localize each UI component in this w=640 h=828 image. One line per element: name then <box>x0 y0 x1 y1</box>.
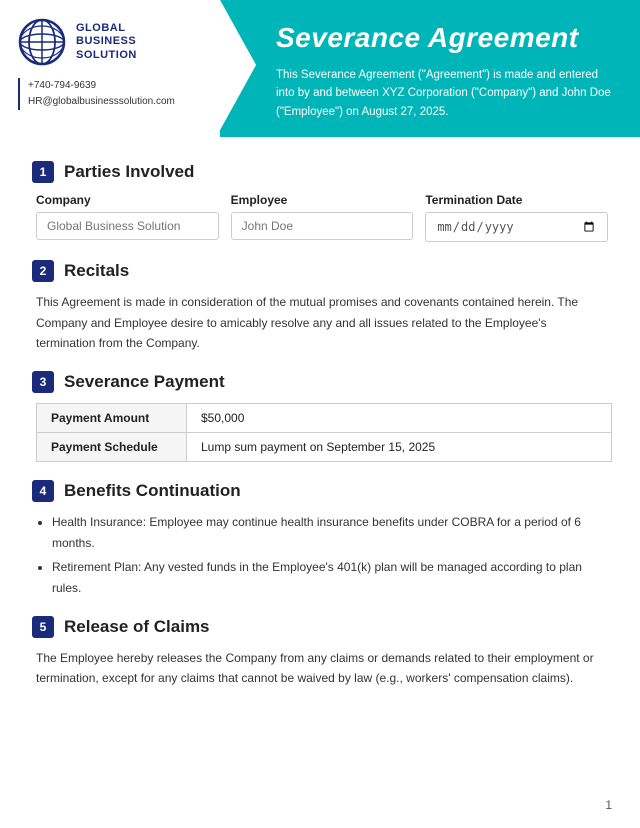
company-col: Company <box>36 193 219 242</box>
section1-number: 1 <box>32 161 54 183</box>
section4-header: 4 Benefits Continuation <box>32 480 608 502</box>
payment-row-schedule: Payment Schedule Lump sum payment on Sep… <box>37 433 612 462</box>
payment-row-amount: Payment Amount $50,000 <box>37 404 612 433</box>
globe-icon <box>18 18 66 66</box>
section5-header: 5 Release of Claims <box>32 616 608 638</box>
company-input[interactable] <box>36 212 219 240</box>
section2-number: 2 <box>32 260 54 282</box>
header: GLOBAL BUSINESS SOLUTION +740-794-9639 H… <box>0 0 640 137</box>
section5-number: 5 <box>32 616 54 638</box>
benefit-item-2: Retirement Plan: Any vested funds in the… <box>52 557 608 598</box>
header-divider <box>220 0 256 137</box>
section-release: 5 Release of Claims The Employee hereby … <box>32 616 608 689</box>
section-recitals: 2 Recitals This Agreement is made in con… <box>32 260 608 353</box>
recitals-text: This Agreement is made in consideration … <box>36 292 608 353</box>
phone-text: +740-794-9639 <box>28 78 204 94</box>
content: 1 Parties Involved Company Employee Term… <box>0 137 640 727</box>
termination-date-input[interactable] <box>425 212 608 242</box>
page-wrapper: GLOBAL BUSINESS SOLUTION +740-794-9639 H… <box>0 0 640 828</box>
contact-info: +740-794-9639 HR@globalbusinesssolution.… <box>18 78 204 110</box>
section1-title: Parties Involved <box>64 162 194 182</box>
section1-header: 1 Parties Involved <box>32 161 608 183</box>
payment-schedule-value: Lump sum payment on September 15, 2025 <box>187 433 612 462</box>
parties-grid: Company Employee Termination Date <box>36 193 608 242</box>
section4-number: 4 <box>32 480 54 502</box>
company-label: Company <box>36 193 219 207</box>
payment-amount-value: $50,000 <box>187 404 612 433</box>
payment-schedule-label: Payment Schedule <box>37 433 187 462</box>
header-right: Severance Agreement This Severance Agree… <box>256 0 640 137</box>
employee-label: Employee <box>231 193 414 207</box>
section3-title: Severance Payment <box>64 372 225 392</box>
payment-table: Payment Amount $50,000 Payment Schedule … <box>36 403 612 462</box>
logo-text: GLOBAL BUSINESS SOLUTION <box>76 22 137 62</box>
section2-header: 2 Recitals <box>32 260 608 282</box>
footer-page-number: 1 <box>605 798 612 812</box>
termination-label: Termination Date <box>425 193 608 207</box>
section-payment: 3 Severance Payment Payment Amount $50,0… <box>32 371 608 462</box>
section3-number: 3 <box>32 371 54 393</box>
benefits-list: Health Insurance: Employee may continue … <box>52 512 608 598</box>
section4-title: Benefits Continuation <box>64 481 241 501</box>
payment-amount-label: Payment Amount <box>37 404 187 433</box>
release-text: The Employee hereby releases the Company… <box>36 648 608 689</box>
email-text: HR@globalbusinesssolution.com <box>28 94 204 110</box>
doc-title: Severance Agreement <box>276 22 616 54</box>
section-benefits: 4 Benefits Continuation Health Insurance… <box>32 480 608 598</box>
header-left: GLOBAL BUSINESS SOLUTION +740-794-9639 H… <box>0 0 220 137</box>
doc-intro: This Severance Agreement ("Agreement") i… <box>276 66 616 121</box>
section5-title: Release of Claims <box>64 617 210 637</box>
section2-title: Recitals <box>64 261 129 281</box>
section3-header: 3 Severance Payment <box>32 371 608 393</box>
employee-col: Employee <box>231 193 414 242</box>
termination-col: Termination Date <box>425 193 608 242</box>
logo-area: GLOBAL BUSINESS SOLUTION <box>18 18 204 66</box>
employee-input[interactable] <box>231 212 414 240</box>
section-parties: 1 Parties Involved Company Employee Term… <box>32 161 608 242</box>
benefit-item-1: Health Insurance: Employee may continue … <box>52 512 608 553</box>
